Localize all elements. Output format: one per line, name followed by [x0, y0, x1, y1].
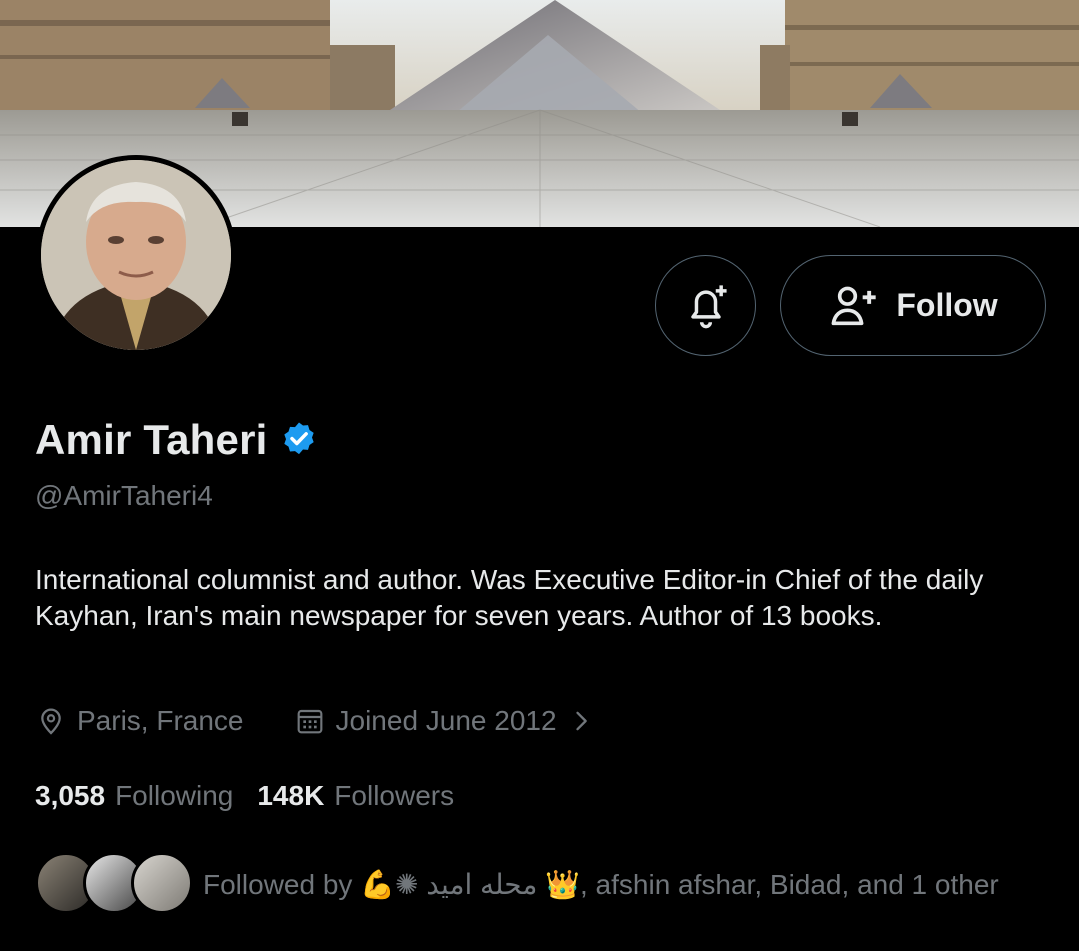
- joined-item[interactable]: Joined June 2012: [294, 705, 595, 737]
- profile-meta: Paris, France Joined June 2012: [35, 705, 595, 737]
- followers-link[interactable]: 148K Followers: [257, 780, 454, 812]
- location-text: Paris, France: [77, 705, 244, 736]
- calendar-icon: [297, 709, 322, 734]
- person-plus-icon: [831, 286, 877, 325]
- bio: International columnist and author. Was …: [35, 564, 984, 631]
- location-pin-icon: [41, 708, 61, 735]
- follower-avatar: [131, 852, 193, 914]
- followers-label: Followers: [334, 780, 455, 811]
- following-label: Following: [115, 780, 234, 811]
- following-count: 3,058: [35, 780, 106, 811]
- location-item: Paris, France: [35, 705, 244, 737]
- avatar-image: [41, 160, 231, 350]
- followers-count: 148K: [257, 780, 325, 811]
- handle: @AmirTaheri4: [35, 480, 213, 511]
- following-link[interactable]: 3,058 Following: [35, 780, 233, 812]
- follow-stats: 3,058 Following 148K Followers: [35, 780, 454, 812]
- display-name: Amir Taheri: [35, 416, 268, 463]
- name-row: Amir Taheri: [35, 416, 319, 464]
- notify-button[interactable]: [655, 255, 756, 356]
- chevron-right-icon: [575, 711, 587, 731]
- bell-plus-icon: [690, 284, 727, 328]
- follow-label: Follow: [896, 287, 998, 323]
- joined-text: Joined June 2012: [335, 705, 557, 736]
- follow-button[interactable]: Follow: [780, 255, 1046, 356]
- followed-by[interactable]: Followed by 💪✺ محله امید 👑, afshin afsha…: [35, 852, 999, 916]
- followed-by-avatars: [35, 852, 195, 916]
- followed-by-text: Followed by 💪✺ محله امید 👑, afshin afsha…: [203, 868, 999, 900]
- verified-badge-icon[interactable]: [279, 420, 319, 460]
- avatar[interactable]: [36, 155, 236, 355]
